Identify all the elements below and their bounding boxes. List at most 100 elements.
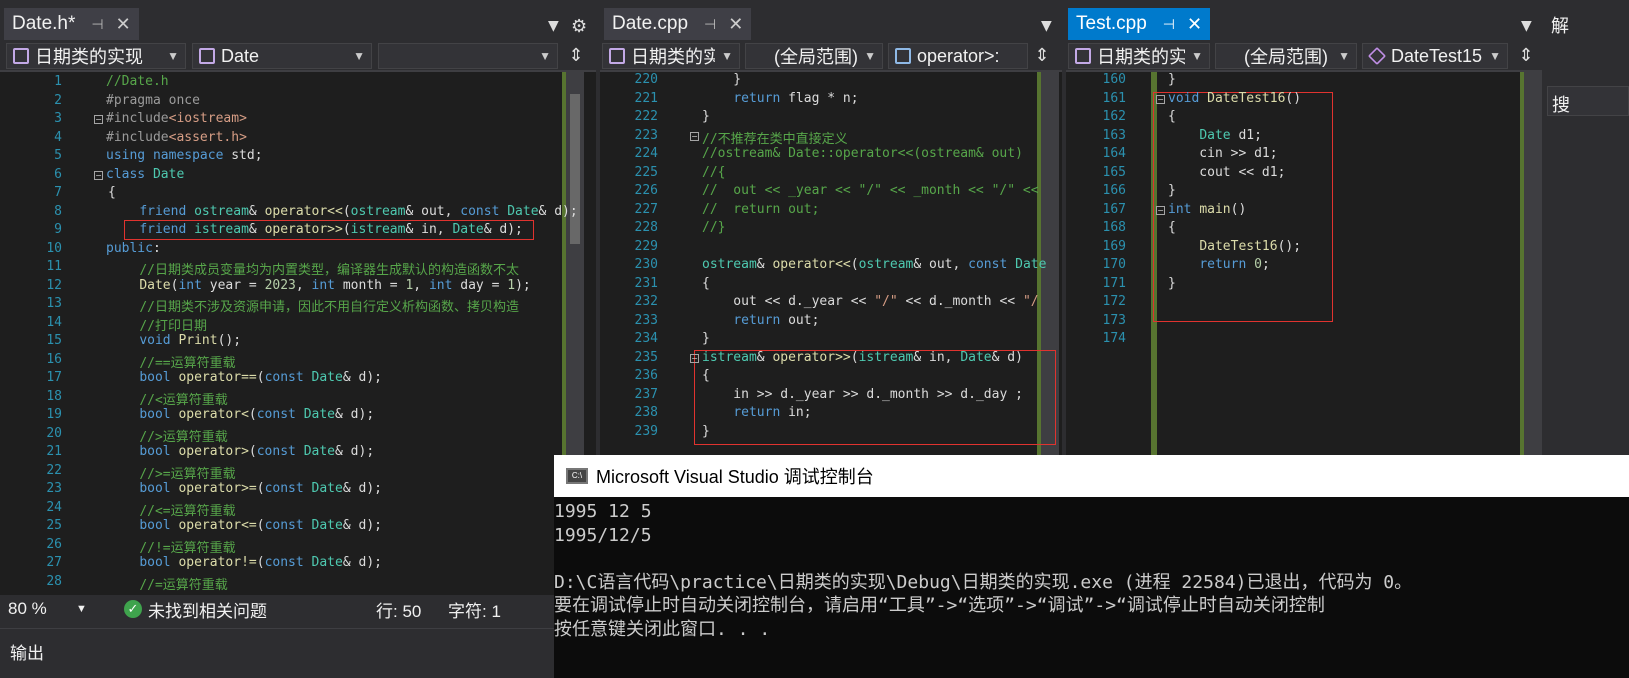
code-line[interactable]: { [702, 368, 710, 383]
code-line[interactable]: //==运算符重载 [108, 352, 235, 371]
tab-date-cpp[interactable]: Date.cpp ⊣ ✕ [604, 8, 752, 40]
code-line[interactable]: bool operator<(const Date& d); [108, 407, 374, 422]
code-line[interactable]: //不推荐在类中直接定义 [702, 128, 848, 147]
code-editor[interactable]: 1//Date.h 2 #pragma once 3− #include<iostrea… [0, 72, 596, 595]
code-line[interactable]: public: [106, 241, 161, 256]
code-editor[interactable]: 160} 161− void DateTest16() 162{163 Date d1… [1066, 72, 1542, 455]
code-line[interactable]: { [702, 276, 710, 291]
project-combo[interactable]: 日期类的实 ▼ [602, 43, 740, 69]
code-line[interactable]: } [702, 72, 741, 87]
code-line[interactable]: //<运算符重载 [108, 389, 227, 408]
code-line[interactable]: //Date.h [106, 74, 169, 89]
pin-icon[interactable]: ⊣ [1163, 16, 1175, 33]
code-line[interactable]: //{ [702, 165, 725, 180]
code-line[interactable]: Date d1; [1168, 128, 1262, 143]
gear-icon[interactable]: ⚙ [571, 16, 587, 37]
code-line[interactable]: } [1168, 276, 1176, 291]
code-line[interactable]: return 0; [1168, 257, 1269, 272]
fold-toggle-icon[interactable]: − [94, 115, 103, 124]
code-line[interactable]: cout << d1; [1168, 165, 1285, 180]
code-line[interactable]: int main() [1168, 202, 1246, 217]
code-line[interactable]: //<=运算符重载 [108, 500, 235, 519]
code-line[interactable]: bool operator>=(const Date& d); [108, 481, 382, 496]
code-line[interactable]: //日期类成员变量均为内置类型，编译器生成默认的构造函数不太 [108, 259, 519, 278]
tab-dropdown-icon[interactable]: ▼ [1041, 18, 1052, 34]
project-combo[interactable]: 日期类的实现 ▼ [6, 43, 186, 69]
split-icon[interactable]: ⇕ [1514, 43, 1538, 69]
code-editor[interactable]: 220 } 221 return flag * n; 222} 223−//不推荐在类… [600, 72, 1062, 455]
code-line[interactable]: } [702, 109, 710, 124]
fold-toggle-icon[interactable]: − [690, 353, 699, 363]
search-box[interactable]: 搜 [1547, 86, 1629, 116]
code-line[interactable]: Date(int year = 2023, int month = 1, int… [108, 278, 530, 293]
code-line[interactable]: cin >> d1; [1168, 146, 1277, 161]
code-line[interactable]: //日期类不涉及资源申请，因此不用自行定义析构函数、拷贝构造 [108, 296, 519, 315]
code-line[interactable]: void Print(); [108, 333, 241, 348]
code-line[interactable]: friend istream& operator>>(istream& in, … [108, 222, 523, 237]
code-line[interactable]: ostream& operator<<(ostream& out, const … [702, 257, 1046, 272]
fold-toggle-icon[interactable]: − [690, 131, 699, 141]
pin-icon[interactable]: ⊣ [91, 16, 103, 33]
code-line[interactable]: return in; [702, 405, 811, 420]
code-line[interactable]: istream& operator>>(istream& in, Date& d… [702, 350, 1023, 365]
split-icon[interactable]: ⇕ [564, 43, 588, 69]
code-line[interactable]: { [1168, 220, 1176, 235]
code-line[interactable]: DateTest16(); [1168, 239, 1301, 254]
code-line[interactable]: #include<iostream> [106, 111, 247, 126]
code-line[interactable]: //打印日期 [108, 315, 207, 334]
chevron-down-icon[interactable]: ▼ [76, 603, 87, 615]
close-icon[interactable]: ✕ [1187, 14, 1202, 35]
issues-text[interactable]: 未找到相关问题 [148, 597, 267, 622]
code-line[interactable]: out << d._year << "/" << d._month << "/ [702, 294, 1038, 309]
tab-test-cpp[interactable]: Test.cpp ⊣ ✕ [1068, 8, 1211, 40]
code-line[interactable]: class Date [106, 167, 184, 182]
console-title-bar[interactable]: C:\ Microsoft Visual Studio 调试控制台 [554, 455, 1629, 497]
code-line[interactable]: //=运算符重载 [108, 574, 227, 593]
fold-toggle-icon[interactable]: − [1156, 205, 1165, 215]
scope-combo[interactable]: Date ▼ [192, 43, 372, 69]
code-line[interactable]: //>运算符重载 [108, 426, 227, 445]
close-icon[interactable]: ✕ [116, 14, 131, 35]
code-line[interactable]: return flag * n; [702, 91, 858, 106]
tab-dropdown-icon[interactable]: ▼ [548, 18, 559, 34]
scrollbar-thumb[interactable] [570, 94, 580, 244]
scope-combo[interactable]: (全局范围) ▼ [745, 43, 883, 69]
code-line[interactable]: friend ostream& operator<<(ostream& out,… [108, 204, 577, 219]
member-combo[interactable]: ▼ [378, 43, 558, 69]
project-combo[interactable]: 日期类的实现 ▼ [1068, 43, 1210, 69]
code-line[interactable]: using namespace std; [106, 148, 263, 163]
zoom-level[interactable]: 80 % [8, 599, 47, 619]
code-line[interactable]: } [1168, 183, 1176, 198]
member-combo[interactable]: DateTest15 ▼ [1362, 43, 1508, 69]
code-line[interactable]: { [1168, 109, 1176, 124]
fold-toggle-icon[interactable]: − [1156, 94, 1165, 104]
tab-dropdown-icon[interactable]: ▼ [1521, 18, 1532, 34]
fold-toggle-icon[interactable]: − [94, 170, 103, 180]
scope-combo[interactable]: (全局范围) ▼ [1215, 43, 1357, 69]
code-line[interactable]: // out << _year << "/" << _month << "/" … [702, 183, 1039, 198]
pin-icon[interactable]: ⊣ [704, 16, 716, 33]
close-icon[interactable]: ✕ [728, 14, 743, 35]
code-line[interactable]: bool operator==(const Date& d); [108, 370, 382, 385]
code-line[interactable]: //ostream& Date::operator<<(ostream& out… [702, 146, 1023, 161]
code-line[interactable]: return out; [702, 313, 819, 328]
debug-console-window[interactable]: C:\ Microsoft Visual Studio 调试控制台 1995 1… [554, 455, 1629, 678]
code-line[interactable]: //} [702, 220, 725, 235]
vertical-scrollbar[interactable] [1524, 72, 1542, 455]
code-line[interactable]: #include<assert.h> [106, 130, 247, 145]
code-line[interactable]: in >> d._year >> d._month >> d._day ; [702, 387, 1023, 402]
code-line[interactable]: //!=运算符重载 [108, 537, 235, 556]
code-line[interactable]: #pragma once [106, 93, 200, 108]
code-line[interactable]: } [702, 424, 710, 439]
member-combo[interactable]: operator>: [888, 43, 1028, 69]
code-line[interactable]: bool operator!=(const Date& d); [108, 555, 382, 570]
split-icon[interactable]: ⇕ [1030, 43, 1054, 69]
code-line[interactable]: } [1168, 72, 1176, 87]
code-line[interactable]: { [108, 185, 116, 200]
code-line[interactable]: // return out; [702, 202, 819, 217]
tab-date-h[interactable]: Date.h* ⊣ ✕ [4, 8, 139, 40]
code-line[interactable]: void DateTest16() [1168, 91, 1301, 106]
solution-explorer-tab[interactable]: 解 [1551, 12, 1569, 38]
code-line[interactable]: bool operator<=(const Date& d); [108, 518, 382, 533]
code-line[interactable]: } [702, 331, 710, 346]
